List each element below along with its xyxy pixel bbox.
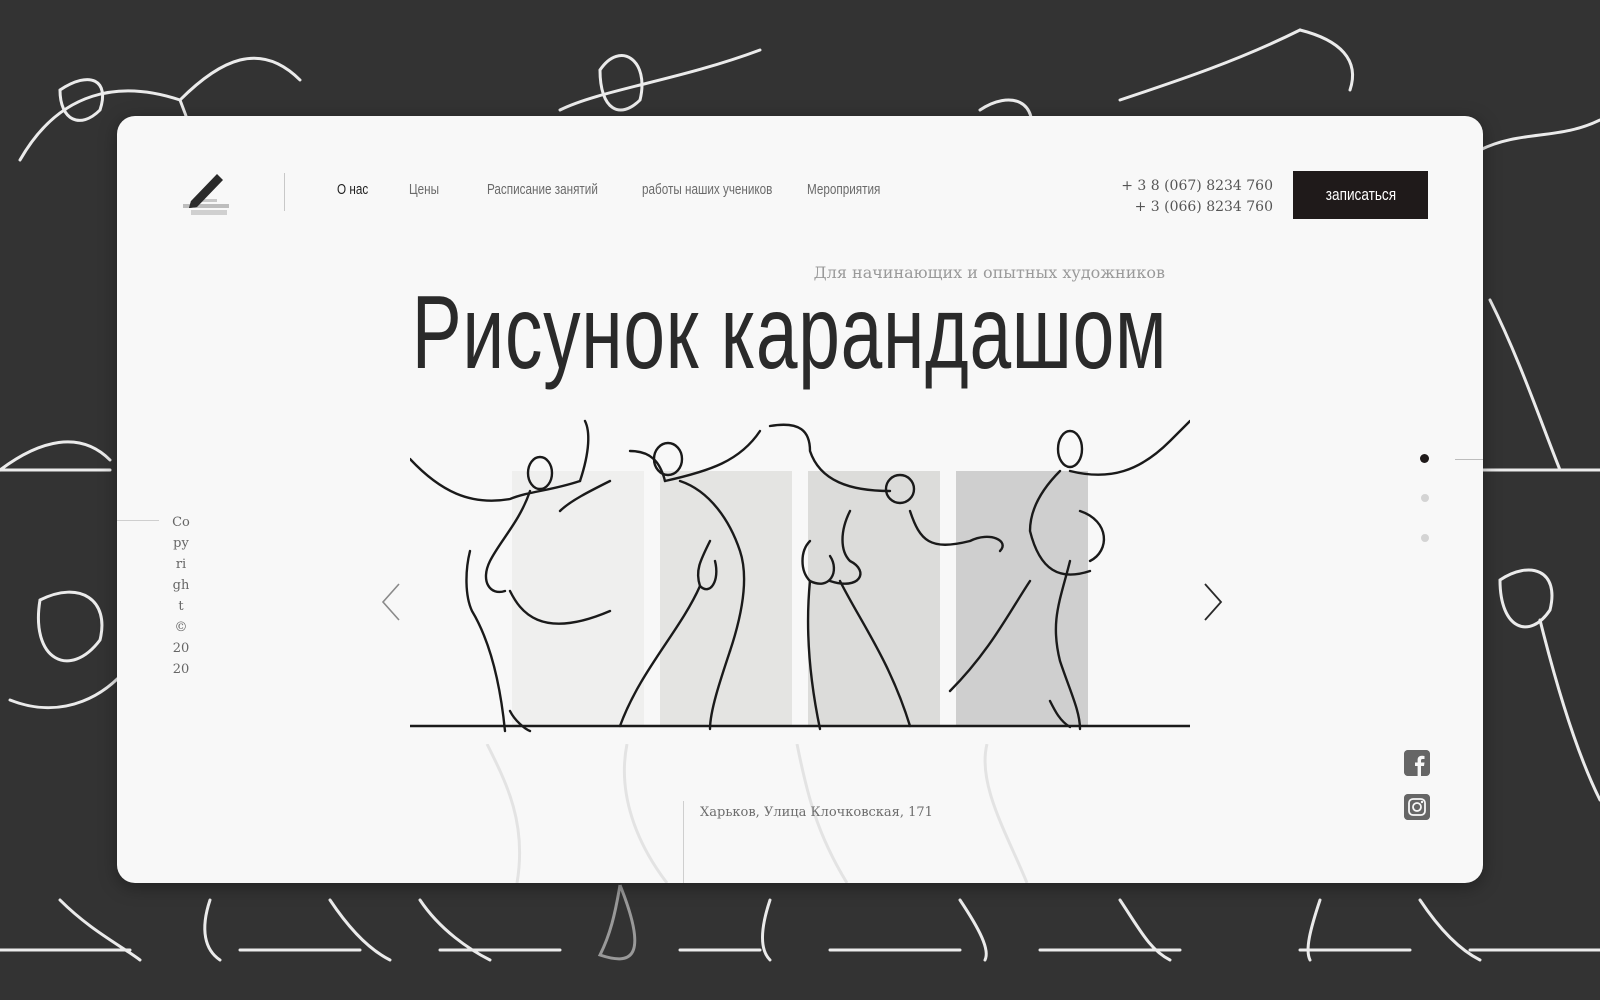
slider-dot-line — [1455, 459, 1483, 460]
pencil-logo-icon[interactable] — [177, 166, 233, 222]
address-text: Харьков, Улица Клочковская, 171 — [700, 805, 933, 820]
copyright-line — [117, 520, 159, 521]
panel-4 — [956, 471, 1088, 726]
panel-1 — [512, 471, 644, 726]
nav-item-schedule[interactable]: Расписание занятий — [487, 181, 598, 198]
slider-dot-2[interactable] — [1421, 494, 1429, 502]
signup-button-label: записаться — [1325, 185, 1396, 204]
slider-dot-1[interactable] — [1420, 454, 1429, 463]
slider-dot-3[interactable] — [1421, 534, 1429, 542]
hero-title: Рисунок карандашом — [117, 274, 1167, 393]
phone-number-2[interactable]: + 3 (066) 8234 760 — [1121, 197, 1273, 218]
nav-item-prices[interactable]: Цены — [409, 181, 439, 198]
address-divider — [683, 801, 684, 883]
copyright-text: Copyright© 2020 — [172, 515, 190, 677]
hero-title-text: Рисунок карандашом — [411, 275, 1167, 391]
nav-item-student-works[interactable]: работы наших учеников — [642, 181, 772, 198]
chevron-right-icon[interactable] — [1197, 580, 1227, 624]
chevron-left-icon[interactable] — [377, 580, 407, 624]
panel-3 — [808, 471, 940, 726]
phone-number-1[interactable]: + 3 8 (067) 8234 760 — [1121, 176, 1273, 197]
logo-divider — [284, 173, 285, 211]
panel-2 — [660, 471, 792, 726]
nav-item-about[interactable]: О нас — [337, 181, 368, 198]
signup-button[interactable]: записаться — [1293, 171, 1428, 219]
main-card: О нас Цены Расписание занятий работы наш… — [117, 116, 1483, 883]
phone-numbers: + 3 8 (067) 8234 760 + 3 (066) 8234 760 — [1121, 176, 1273, 218]
dancers-sketch-illustration — [410, 419, 1190, 733]
nav-item-events[interactable]: Мероприятия — [807, 181, 880, 198]
instagram-icon[interactable] — [1404, 794, 1430, 820]
facebook-icon[interactable] — [1404, 750, 1430, 776]
